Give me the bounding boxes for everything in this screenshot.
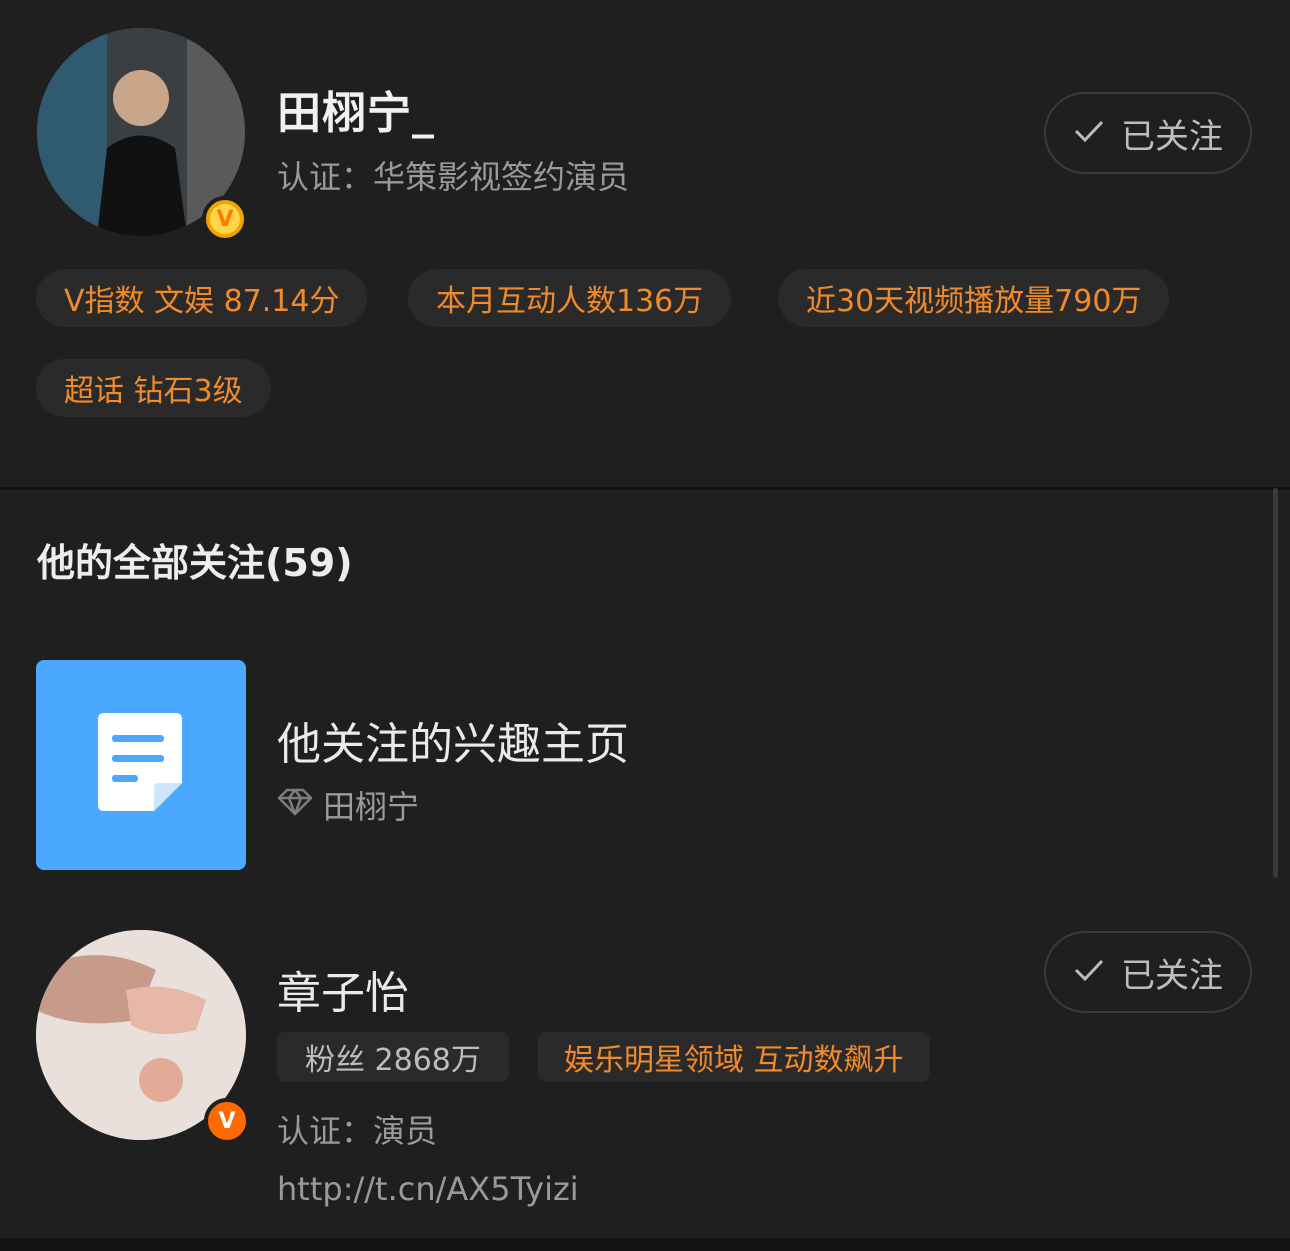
trend-tag: 娱乐明星领域 互动数飙升 (564, 1043, 904, 1078)
v-index-chip[interactable]: V指数 文娱 87.14分 (36, 269, 368, 327)
verified-orange-badge-icon: V (204, 1098, 250, 1144)
chip-label: V指数 文娱 87.14分 (64, 284, 340, 319)
followed-label: 已关注 (1121, 955, 1223, 996)
monthly-interaction-chip[interactable]: 本月互动人数136万 (408, 269, 732, 327)
fans-count-pill: 粉丝 2868万 (277, 1032, 509, 1082)
interest-page-owner-name: 田栩宁 (323, 788, 420, 826)
chip-label: 超话 钻石3级 (64, 374, 243, 409)
supertopic-chip[interactable]: 超话 钻石3级 (36, 359, 271, 417)
interest-page-title[interactable]: 他关注的兴趣主页 (277, 708, 629, 772)
check-icon (1073, 113, 1105, 153)
video-views-chip[interactable]: 近30天视频播放量790万 (778, 269, 1170, 327)
followed-label: 已关注 (1121, 116, 1223, 157)
chip-label: 本月互动人数136万 (436, 284, 704, 319)
fans-count: 粉丝 2868万 (305, 1043, 481, 1078)
document-icon (96, 711, 186, 819)
diamond-icon (277, 786, 313, 824)
account-name[interactable]: 章子怡 (277, 957, 409, 1021)
account-followed-button[interactable]: 已关注 (1044, 931, 1252, 1013)
interest-page-owner: 田栩宁 (277, 782, 419, 828)
bottom-edge (0, 1238, 1290, 1251)
followed-button[interactable]: 已关注 (1044, 92, 1252, 174)
profile-verification: 认证：华策影视签约演员 (277, 158, 630, 196)
following-section-title: 他的全部关注(59) (37, 541, 353, 585)
trend-tag-pill[interactable]: 娱乐明星领域 互动数飙升 (538, 1032, 930, 1082)
interest-page-tile[interactable] (36, 660, 246, 870)
profile-name: 田栩宁_ (277, 88, 435, 139)
scrollbar[interactable] (1273, 488, 1278, 878)
section-divider (0, 487, 1290, 490)
account-link[interactable]: http://t.cn/AX5Tyizi (277, 1170, 579, 1208)
check-icon (1073, 952, 1105, 992)
account-verification: 认证：演员 (277, 1112, 438, 1150)
chip-label: 近30天视频播放量790万 (806, 284, 1142, 319)
verified-badge-icon: V (202, 196, 248, 242)
